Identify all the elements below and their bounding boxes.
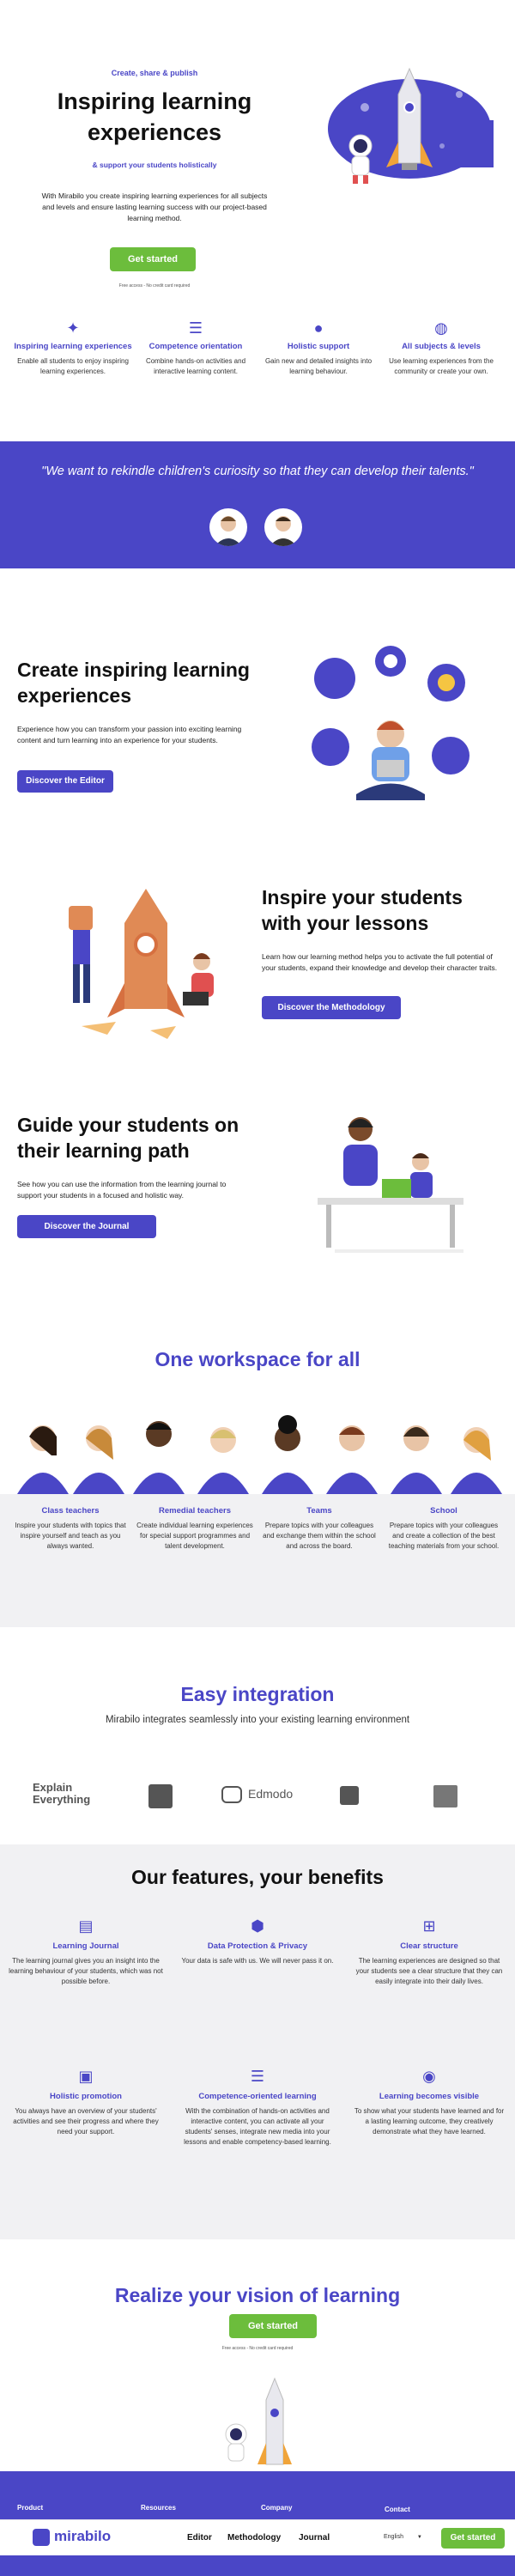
hero-eyebrow: Create, share & publish — [111, 69, 198, 77]
feature-learning-journal: ▤ Learning Journal The learning journal … — [9, 1917, 163, 1985]
group-teams: Teams Prepare topics with your colleague… — [263, 1506, 376, 1550]
editor-illustration — [312, 646, 470, 800]
person-icon: ● — [313, 319, 324, 337]
quote-band: "We want to rekindle children's curiosit… — [0, 441, 515, 568]
benefit-title: Inspiring learning experiences — [14, 342, 132, 351]
journal-illustration — [318, 1117, 464, 1253]
method-title: Inspire your students with your lessons — [262, 886, 463, 934]
journal-title: Guide your students on their learning pa… — [17, 1114, 239, 1162]
editor-desc: Experience how you can transform your pa… — [17, 725, 242, 744]
logo-explain-everything: Explain Everything — [33, 1781, 91, 1806]
footer-col-product[interactable]: Product — [17, 2504, 43, 2512]
app-logo-icon — [433, 1785, 457, 1807]
method-section: Inspire your students with your lessons … — [0, 867, 515, 1056]
benefit-desc: Gain new and detailed insights into lear… — [264, 357, 373, 375]
brand-logo-icon — [33, 2529, 50, 2546]
benefit-holistic: ● Holistic support Gain new and detailed… — [258, 319, 379, 377]
method-illustration — [69, 889, 214, 1039]
realize-note: Free access - No credit card required — [221, 2346, 294, 2351]
rocket-small-illustration — [225, 2377, 292, 2465]
workspace-section: One workspace for all Class teachers Ins… — [0, 1335, 515, 1627]
hero-get-started-button[interactable]: Get started — [110, 247, 196, 271]
features-title: Our features, your benefits — [131, 1866, 384, 1888]
integration-title: Easy integration — [180, 1683, 335, 1705]
eye-icon: ◉ — [422, 2068, 436, 2085]
rocket-illustration — [328, 67, 494, 184]
nav-editor-link[interactable]: Editor — [187, 2533, 212, 2543]
feature-clear-structure: ⊞ Clear structure The learning experienc… — [352, 1917, 506, 1987]
feature-competence-learning: ☰ Competence-oriented learning With the … — [180, 2068, 335, 2148]
benefit-desc: Enable all students to enjoy inspiring l… — [17, 357, 129, 375]
feature-holistic-promotion: ▣ Holistic promotion You always have an … — [9, 2068, 163, 2137]
logo-edmodo: Edmodo — [248, 1787, 294, 1801]
nav-methodology-link[interactable]: Methodology — [227, 2533, 281, 2543]
feature-data-protection: ⬢ Data Protection & Privacy Your data is… — [181, 1917, 334, 1965]
benefit-desc: Use learning experiences from the commun… — [389, 357, 494, 375]
language-select[interactable]: English ▼ — [384, 2530, 435, 2545]
hero-note: Free access - No credit card required — [118, 283, 191, 289]
workspace-groups: Class teachers Inspire your students wit… — [0, 1494, 515, 1627]
structure-icon: ⊞ — [422, 1917, 436, 1935]
realize-section: Realize your vision of learning Get star… — [0, 2267, 515, 2473]
teams-icon — [340, 1786, 359, 1805]
hero-subtitle: & support your students holistically — [92, 161, 217, 169]
list-icon: ☰ — [188, 319, 203, 337]
list-icon: ☰ — [250, 2068, 265, 2085]
group-school: School Prepare topics with your colleagu… — [388, 1506, 500, 1550]
integration-subtitle: Mirabilo integrates seamlessly into your… — [105, 1715, 410, 1725]
hero-description: With Mirabilo you create inspiring learn… — [41, 191, 268, 222]
journal-icon: ▤ — [78, 1917, 94, 1935]
group-class-teachers: Class teachers Inspire your students wit… — [15, 1506, 126, 1550]
hero-section: Create, share & publish Inspiring learni… — [0, 0, 515, 421]
globe-icon: ◍ — [434, 319, 448, 337]
nav-journal-link[interactable]: Journal — [299, 2533, 330, 2543]
benefit-title: Competence orientation — [148, 342, 243, 351]
editor-section: Create inspiring learning experiences Ex… — [0, 635, 515, 816]
realize-get-started-button[interactable]: Get started — [229, 2314, 317, 2338]
nav-get-started-button[interactable]: Get started — [441, 2528, 505, 2549]
chevron-down-icon: ▼ — [416, 2535, 422, 2540]
app-logo-icon — [148, 1784, 173, 1808]
footer-col-contact[interactable]: Contact — [385, 2506, 410, 2513]
badge-icon: ▣ — [78, 2068, 94, 2085]
sparkle-icon: ✦ — [66, 319, 80, 337]
benefit-inspiring: ✦ Inspiring learning experiences Enable … — [13, 319, 133, 377]
footer-col-resources[interactable]: Resources — [141, 2504, 176, 2512]
footer-bottom-strip — [0, 2555, 515, 2576]
realize-title: Realize your vision of learning — [114, 2284, 401, 2306]
benefit-desc: Combine hands-on activities and interact… — [145, 357, 246, 375]
footer: Product Resources Company Contact mirabi… — [0, 2471, 515, 2576]
benefit-title: Holistic support — [287, 342, 350, 351]
group-remedial-teachers: Remedial teachers Create individual lear… — [136, 1506, 253, 1550]
benefit-competence: ☰ Competence orientation Combine hands-o… — [136, 319, 256, 377]
avatar — [264, 508, 302, 546]
feature-learning-visible: ◉ Learning becomes visible To show what … — [352, 2068, 506, 2137]
bottom-navbar: mirabilo Editor Methodology Journal Engl… — [0, 2519, 515, 2555]
edmodo-icon — [221, 1786, 242, 1803]
workspace-title: One workspace for all — [154, 1348, 360, 1370]
journal-desc: See how you can use the information from… — [17, 1180, 227, 1200]
editor-title: Create inspiring learning experiences — [17, 659, 250, 707]
footer-col-company[interactable]: Company — [261, 2504, 292, 2512]
discover-methodology-button[interactable]: Discover the Methodology — [262, 996, 401, 1019]
method-desc: Learn how our learning method helps you … — [262, 952, 498, 972]
benefit-title: All subjects & levels — [402, 342, 481, 351]
quote-text: "We want to rekindle children's curiosit… — [41, 465, 474, 478]
benefit-subjects: ◍ All subjects & levels Use learning exp… — [381, 319, 501, 377]
avatar — [209, 508, 247, 546]
features-section: Our features, your benefits ▤ Learning J… — [0, 1844, 515, 2239]
integration-section: Easy integration Mirabilo integrates sea… — [0, 1666, 515, 1838]
discover-journal-button[interactable]: Discover the Journal — [17, 1215, 156, 1238]
brand-wordmark[interactable]: mirabilo — [54, 2528, 111, 2545]
hero-title: Inspiring learning experiences — [57, 88, 252, 145]
shield-check-icon: ⬢ — [251, 1917, 264, 1935]
team-illustration — [17, 1415, 502, 1494]
journal-section: Guide your students on their learning pa… — [0, 1103, 515, 1275]
discover-editor-button[interactable]: Discover the Editor — [17, 770, 113, 793]
benefits-row: ✦ Inspiring learning experiences Enable … — [13, 319, 502, 414]
